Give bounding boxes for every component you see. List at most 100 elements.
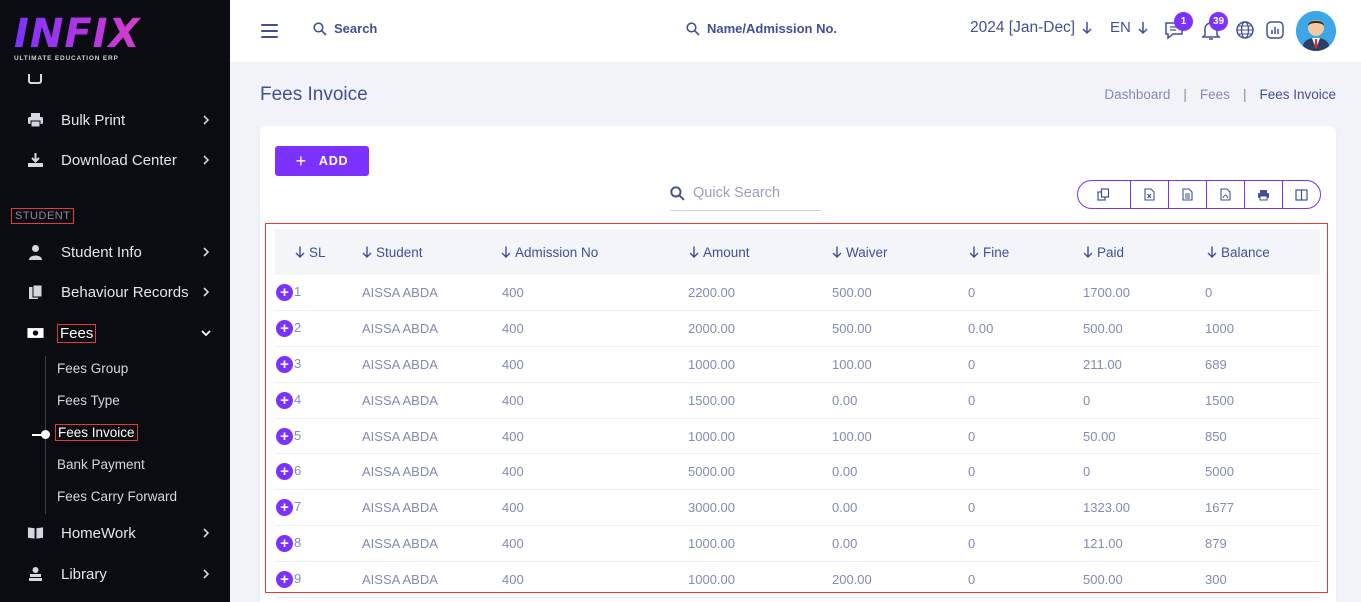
table-cell: +8 — [275, 526, 358, 562]
sidebar-item-bulk-print[interactable]: Bulk Print — [0, 104, 230, 136]
table-cell: 400 — [502, 356, 524, 372]
notification-button[interactable]: 39 — [1199, 12, 1228, 42]
sl-value: 7 — [294, 499, 302, 515]
table-row[interactable]: +2 AISSA ABDA 400 2000.00 500.00 0.00 500.00 10… — [275, 311, 1320, 347]
column-header[interactable]: Paid — [1079, 229, 1201, 275]
table-row[interactable]: +8 AISSA ABDA 400 1000.00 0.00 0 121.00 879 — [275, 526, 1320, 562]
table-cell: 100.00 — [832, 428, 872, 444]
arrow-down-icon — [1082, 22, 1092, 35]
column-header[interactable]: Admission No — [498, 229, 684, 275]
academic-year-select[interactable]: 2024 [Jan-Dec] — [970, 19, 1092, 37]
chevron-right-icon — [203, 155, 210, 165]
expand-row-icon[interactable]: + — [276, 284, 293, 302]
sidebar-item-homework[interactable]: HomeWork — [0, 517, 230, 549]
top-header: Search Name/Admission No. 2024 [Jan-Dec]… — [230, 0, 1361, 62]
chevron-right-icon — [203, 115, 210, 125]
user-avatar[interactable] — [1296, 11, 1336, 51]
table-cell: 400 — [502, 571, 524, 587]
column-header[interactable]: Student — [358, 229, 498, 275]
language-value: EN — [1110, 19, 1131, 36]
table-cell: 500.00 — [832, 321, 872, 337]
table-cell: 689 — [1205, 356, 1227, 372]
website-button[interactable] — [1234, 18, 1258, 42]
expand-row-icon[interactable]: + — [276, 356, 293, 374]
print-button[interactable] — [1245, 181, 1283, 208]
table-row[interactable]: +1 AISSA ABDA 400 2200.00 500.00 0 1700.00 0 — [275, 275, 1320, 311]
language-select[interactable]: EN — [1110, 19, 1148, 36]
chat-button[interactable]: 1 — [1163, 12, 1193, 42]
column-header-label: Admission No — [515, 244, 599, 260]
sidebar-item-library[interactable]: Library — [0, 558, 230, 590]
expand-row-icon[interactable]: + — [276, 499, 293, 517]
table-row[interactable]: +9 AISSA ABDA 400 1000.00 200.00 0 500.00 300 — [275, 561, 1320, 598]
menu-toggle-icon[interactable] — [261, 24, 278, 38]
table-cell: AISSA ABDA — [362, 285, 438, 301]
quick-search-input[interactable]: Quick Search — [670, 176, 821, 211]
expand-row-icon[interactable]: + — [276, 535, 293, 552]
table-cell: 2200.00 — [688, 285, 735, 301]
table-cell: 300 — [1205, 571, 1227, 587]
csv-button[interactable] — [1169, 181, 1207, 208]
copy-button[interactable] — [1078, 181, 1131, 208]
logo-text: INFIX — [14, 14, 214, 54]
expand-row-icon[interactable]: + — [276, 391, 293, 409]
library-icon — [27, 566, 44, 583]
chevron-right-icon — [203, 247, 210, 257]
pdf-button[interactable] — [1207, 181, 1245, 208]
sidebar-item-label: HomeWork — [61, 524, 136, 542]
breadcrumb-dashboard[interactable]: Dashboard — [1104, 87, 1170, 102]
printer-icon — [27, 112, 44, 129]
table-cell: 1000 — [1205, 321, 1234, 337]
sort-arrow-icon — [501, 246, 511, 258]
submenu-item-fees-carry-forward[interactable]: Fees Carry Forward — [57, 489, 177, 504]
submenu-item-fees-type[interactable]: Fees Type — [57, 393, 120, 408]
columns-button[interactable] — [1283, 181, 1320, 208]
table-cell: 400 — [502, 285, 524, 301]
table-cell: 1500.00 — [688, 392, 735, 408]
sidebar-item-label: Fees — [57, 323, 97, 343]
sidebar-item-label: Student Info — [61, 243, 142, 261]
column-header-label: Fine — [983, 244, 1010, 260]
column-header[interactable]: Amount — [684, 229, 828, 275]
sidebar-item-download-center[interactable]: Download Center — [0, 144, 230, 176]
table-cell: 0 — [1205, 285, 1213, 301]
breadcrumb: Dashboard | Fees | Fees Invoice — [1104, 87, 1336, 102]
reports-button[interactable] — [1264, 18, 1288, 42]
expand-row-icon[interactable]: + — [276, 427, 293, 445]
header-search[interactable]: Search — [313, 21, 377, 36]
table-row[interactable]: +6 AISSA ABDA 400 5000.00 0.00 0 0 5000 — [275, 454, 1320, 490]
excel-button[interactable] — [1131, 181, 1169, 208]
expand-row-icon[interactable]: + — [276, 570, 293, 588]
brand-logo[interactable]: INFIX ULTIMATE EDUCATION ERP — [14, 14, 214, 68]
submenu-item-fees-invoice[interactable]: Fees Invoice — [55, 424, 138, 441]
column-header[interactable]: Balance — [1201, 229, 1320, 275]
table-cell: AISSA ABDA — [362, 428, 438, 444]
table-cell: 0 — [1083, 464, 1091, 480]
sidebar: INFIX ULTIMATE EDUCATION ERP Bulk Print … — [0, 0, 230, 602]
table-cell: 1000.00 — [688, 428, 735, 444]
submenu-item-bank-payment[interactable]: Bank Payment — [57, 457, 145, 472]
table-row[interactable]: +7 AISSA ABDA 400 3000.00 0.00 0 1323.00 1677 — [275, 490, 1320, 526]
table-cell: AISSA ABDA — [362, 464, 438, 480]
table-row[interactable]: +5 AISSA ABDA 400 1000.00 100.00 0 50.00 850 — [275, 418, 1320, 454]
expand-row-icon[interactable]: + — [276, 320, 293, 338]
sidebar-item-behaviour-records[interactable]: Behaviour Records — [0, 276, 230, 308]
notification-badge: 39 — [1209, 12, 1228, 31]
table-cell: 50.00 — [1083, 428, 1116, 444]
column-header[interactable]: SL — [275, 229, 358, 275]
quick-search-placeholder: Quick Search — [693, 185, 781, 201]
table-cell: 400 — [502, 392, 524, 408]
student-search[interactable]: Name/Admission No. — [686, 21, 837, 36]
column-header[interactable]: Waiver — [828, 229, 964, 275]
sort-arrow-icon — [832, 246, 842, 258]
table-row[interactable]: +4 AISSA ABDA 400 1500.00 0.00 0 0 1500 — [275, 382, 1320, 419]
expand-row-icon[interactable]: + — [276, 463, 293, 481]
add-button[interactable]: + ADD — [275, 146, 369, 176]
sidebar-item-fees[interactable]: Fees — [0, 317, 230, 349]
breadcrumb-fees[interactable]: Fees — [1200, 87, 1230, 102]
sidebar-item-student-info[interactable]: Student Info — [0, 236, 230, 268]
table-row[interactable]: +3 AISSA ABDA 400 1000.00 100.00 0 211.00 689 — [275, 347, 1320, 383]
submenu-item-fees-group[interactable]: Fees Group — [57, 361, 128, 376]
column-header-label: Paid — [1097, 244, 1125, 260]
column-header[interactable]: Fine — [964, 229, 1079, 275]
